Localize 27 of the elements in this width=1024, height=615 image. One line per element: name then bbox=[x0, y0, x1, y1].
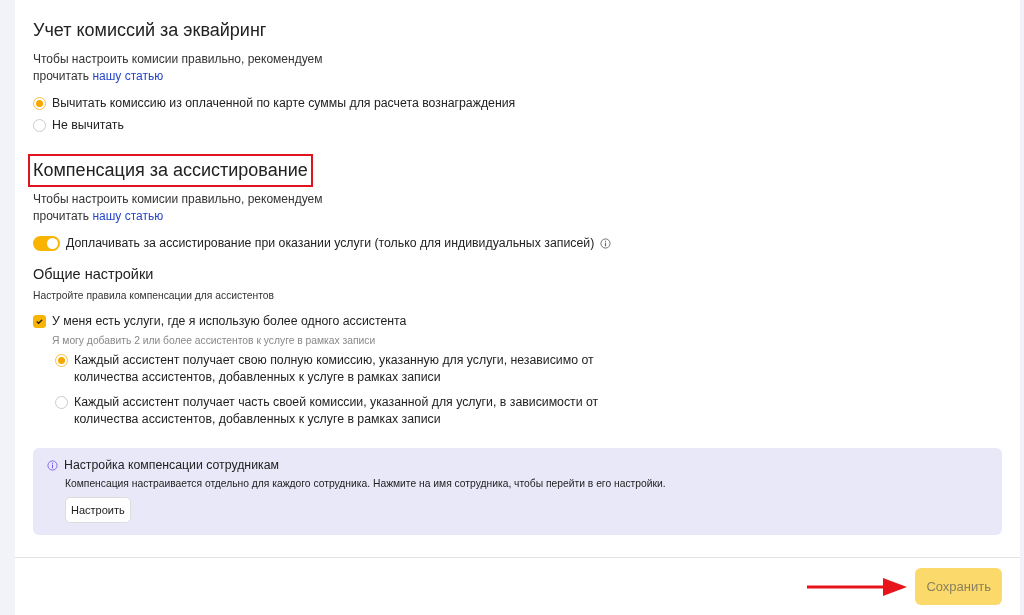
section-description: Чтобы настроить комисии правильно, рекомендуем прочитать нашу статью bbox=[33, 51, 324, 85]
radio-button[interactable] bbox=[33, 97, 46, 110]
section-title: Учет комиссий за эквайринг bbox=[32, 19, 268, 42]
radio-button[interactable] bbox=[55, 354, 68, 367]
subsection-hint: Настройте правила компенсации для ассистентов bbox=[33, 290, 275, 301]
article-link[interactable]: нашу статью bbox=[92, 69, 164, 83]
option-label: Вычитать комиссию из оплаченной по карте суммы для расчета вознаграждения bbox=[52, 95, 516, 112]
subsection-title: Общие настройки bbox=[33, 266, 155, 282]
section-description: Чтобы настроить комисии правильно, рекомендуем прочитать нашу статью bbox=[33, 191, 324, 225]
info-icon bbox=[47, 459, 58, 471]
check-icon bbox=[35, 317, 44, 326]
radio-button[interactable] bbox=[55, 396, 68, 409]
checkbox-label: У меня есть услуги, где я использую более одного ассистента bbox=[52, 313, 407, 330]
info-text: Компенсация настраивается отдельно для каждого сотрудника. Нажмите на имя сотрудника, чтобы перейти в его настройки. bbox=[65, 478, 667, 489]
radio-button[interactable] bbox=[33, 119, 46, 132]
checkbox-hint: Я могу добавить 2 или более ассистентов к услуге в рамках записи bbox=[52, 335, 377, 346]
info-icon bbox=[600, 238, 612, 249]
option-label: Каждый ассистент получает часть своей комиссии, указанной для услуги, в зависимости от количества ассистентов, добавленных к услуге в рамках записи bbox=[74, 394, 600, 428]
toggle-label: Доплачивать за ассистирование при оказании услуги (только для индивидуальных записей) bbox=[66, 235, 595, 252]
toggle-switch[interactable] bbox=[33, 236, 60, 251]
checkbox[interactable] bbox=[33, 315, 46, 328]
info-title: Настройка компенсации сотрудникам bbox=[64, 458, 279, 472]
configure-button[interactable]: Настроить bbox=[65, 497, 131, 523]
section-title: Компенсация за ассистирование bbox=[28, 154, 313, 187]
option-label: Каждый ассистент получает свою полную комиссию, указанную для услуги, независимо от количества ассистентов, добавленных к услуге в рамках записи bbox=[74, 352, 595, 386]
article-link[interactable]: нашу статью bbox=[92, 209, 164, 223]
option-label: Не вычитать bbox=[52, 117, 124, 134]
